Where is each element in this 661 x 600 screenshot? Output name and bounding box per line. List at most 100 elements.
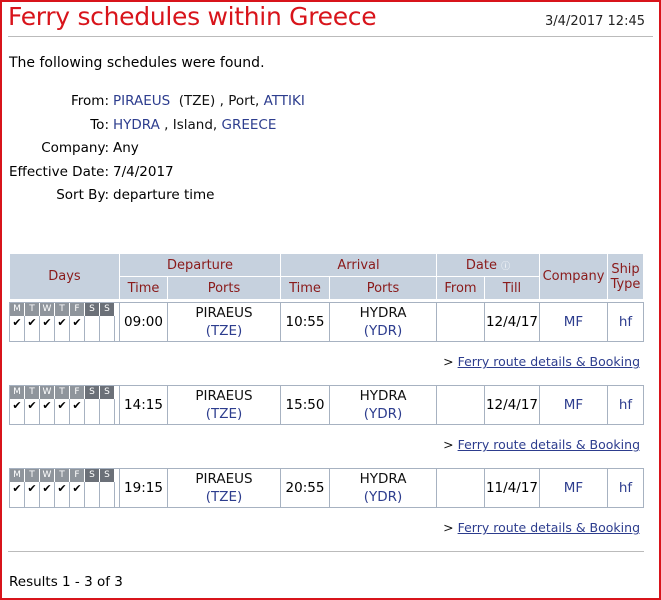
day-letter: S bbox=[100, 303, 115, 316]
departure-port-code: (TZE) bbox=[205, 323, 243, 339]
day-letter: T bbox=[25, 386, 40, 399]
day-check: ✔ bbox=[25, 399, 40, 424]
day-check: ✔ bbox=[10, 399, 25, 424]
day-check: ✔ bbox=[70, 399, 85, 424]
header-from: From bbox=[436, 276, 485, 300]
departure-time: 09:00 bbox=[119, 302, 168, 342]
day-letter: F bbox=[70, 469, 85, 482]
day-letter: T bbox=[55, 386, 70, 399]
departure-port: PIRAEUS (TZE) bbox=[167, 385, 281, 425]
booking-arrow: > bbox=[443, 354, 454, 369]
departure-time: 14:15 bbox=[119, 385, 168, 425]
day-check: ✔ bbox=[40, 316, 55, 341]
company-label: Company: bbox=[41, 140, 109, 156]
day-letter: F bbox=[70, 386, 85, 399]
sort-value: departure time bbox=[113, 187, 215, 203]
from-label: From: bbox=[71, 93, 109, 109]
schedule-row: M T W T F S S ✔ ✔ ✔ ✔ ✔ 14:15 PIRAEUS (TZE) 15:50 H… bbox=[9, 385, 644, 425]
schedule-header: Days Departure Arrival Date ⓘ Company Sh… bbox=[9, 253, 644, 300]
day-check: ✔ bbox=[25, 316, 40, 341]
day-check bbox=[85, 316, 100, 341]
company-code: MF bbox=[539, 385, 608, 425]
day-letter: T bbox=[25, 303, 40, 316]
ferry-route-booking-link[interactable]: Ferry route details & Booking bbox=[458, 354, 640, 369]
to-port-link[interactable]: HYDRA bbox=[113, 117, 160, 133]
departure-port-code: (TZE) bbox=[205, 406, 243, 422]
arrival-port-code: (YDR) bbox=[363, 323, 403, 339]
day-check bbox=[100, 316, 115, 341]
days-cell: M T W T F S S ✔ ✔ ✔ ✔ ✔ bbox=[9, 468, 120, 508]
day-check: ✔ bbox=[55, 482, 70, 507]
schedule-row: M T W T F S S ✔ ✔ ✔ ✔ ✔ 09:00 PIRAEUS (TZE) 10:55 H… bbox=[9, 302, 644, 342]
day-check: ✔ bbox=[10, 482, 25, 507]
company-code: MF bbox=[539, 468, 608, 508]
day-letter: T bbox=[55, 469, 70, 482]
departure-port: PIRAEUS (TZE) bbox=[167, 468, 281, 508]
arrival-time: 15:50 bbox=[280, 385, 330, 425]
day-check: ✔ bbox=[55, 399, 70, 424]
day-check: ✔ bbox=[40, 399, 55, 424]
header-arr-time: Time bbox=[280, 276, 330, 300]
arrival-port-name: HYDRA bbox=[359, 388, 407, 404]
booking-arrow: > bbox=[443, 520, 454, 535]
header-departure: Departure bbox=[119, 253, 281, 277]
header-dep-time: Time bbox=[119, 276, 168, 300]
day-letter: S bbox=[100, 386, 115, 399]
day-check bbox=[85, 482, 100, 507]
day-letter: M bbox=[10, 386, 25, 399]
date-from bbox=[436, 468, 485, 508]
day-letter: T bbox=[55, 303, 70, 316]
to-port-type: , Island, bbox=[164, 116, 218, 133]
day-check bbox=[100, 482, 115, 507]
company-value: Any bbox=[113, 140, 139, 156]
ship-type: hf bbox=[607, 385, 644, 425]
day-check: ✔ bbox=[70, 482, 85, 507]
booking-link-row: > Ferry route details & Booking bbox=[443, 437, 640, 452]
day-check bbox=[85, 399, 100, 424]
day-letter: S bbox=[85, 469, 100, 482]
day-check: ✔ bbox=[40, 482, 55, 507]
days-cell: M T W T F S S ✔ ✔ ✔ ✔ ✔ bbox=[9, 385, 120, 425]
date-label: Effective Date: bbox=[8, 163, 109, 180]
days-cell: M T W T F S S ✔ ✔ ✔ ✔ ✔ bbox=[9, 302, 120, 342]
ferry-route-booking-link[interactable]: Ferry route details & Booking bbox=[458, 520, 640, 535]
departure-port-name: PIRAEUS bbox=[195, 305, 253, 321]
from-port-type: , Port, bbox=[219, 93, 260, 109]
title-divider bbox=[8, 36, 653, 37]
from-port-link[interactable]: PIRAEUS bbox=[113, 93, 170, 109]
page-title: Ferry schedules within Greece bbox=[8, 2, 377, 31]
footer-divider bbox=[8, 551, 644, 552]
info-icon[interactable]: ⓘ bbox=[501, 262, 510, 272]
current-datetime: 3/4/2017 12:45 bbox=[545, 14, 645, 29]
from-port-code: (TZE) bbox=[178, 93, 216, 109]
header-ship-type: Ship Type bbox=[607, 253, 644, 300]
arrival-time: 20:55 bbox=[280, 468, 330, 508]
departure-time: 19:15 bbox=[119, 468, 168, 508]
day-letter: S bbox=[100, 469, 115, 482]
arrival-port: HYDRA (YDR) bbox=[329, 302, 437, 342]
company-code: MF bbox=[539, 302, 608, 342]
departure-port: PIRAEUS (TZE) bbox=[167, 302, 281, 342]
date-till: 11/4/17 bbox=[484, 468, 540, 508]
day-check: ✔ bbox=[55, 316, 70, 341]
ship-type: hf bbox=[607, 468, 644, 508]
from-region-link[interactable]: ATTIKI bbox=[264, 93, 305, 109]
day-letter: W bbox=[40, 303, 55, 316]
sort-label: Sort By: bbox=[56, 187, 109, 203]
date-from bbox=[436, 385, 485, 425]
arrival-time: 10:55 bbox=[280, 302, 330, 342]
to-region-link[interactable]: GREECE bbox=[222, 117, 277, 133]
header-company: Company bbox=[539, 253, 608, 300]
criteria-to: To: HYDRA , Island, GREECE bbox=[0, 117, 305, 141]
booking-arrow: > bbox=[443, 437, 454, 452]
day-letter: S bbox=[85, 386, 100, 399]
day-check: ✔ bbox=[70, 316, 85, 341]
day-letter: W bbox=[40, 386, 55, 399]
header-arrival: Arrival bbox=[280, 253, 437, 277]
ferry-route-booking-link[interactable]: Ferry route details & Booking bbox=[458, 437, 640, 452]
day-letter: F bbox=[70, 303, 85, 316]
results-count: Results 1 - 3 of 3 bbox=[9, 574, 123, 590]
results-intro: The following schedules were found. bbox=[9, 55, 265, 71]
date-from bbox=[436, 302, 485, 342]
day-letter: S bbox=[85, 303, 100, 316]
